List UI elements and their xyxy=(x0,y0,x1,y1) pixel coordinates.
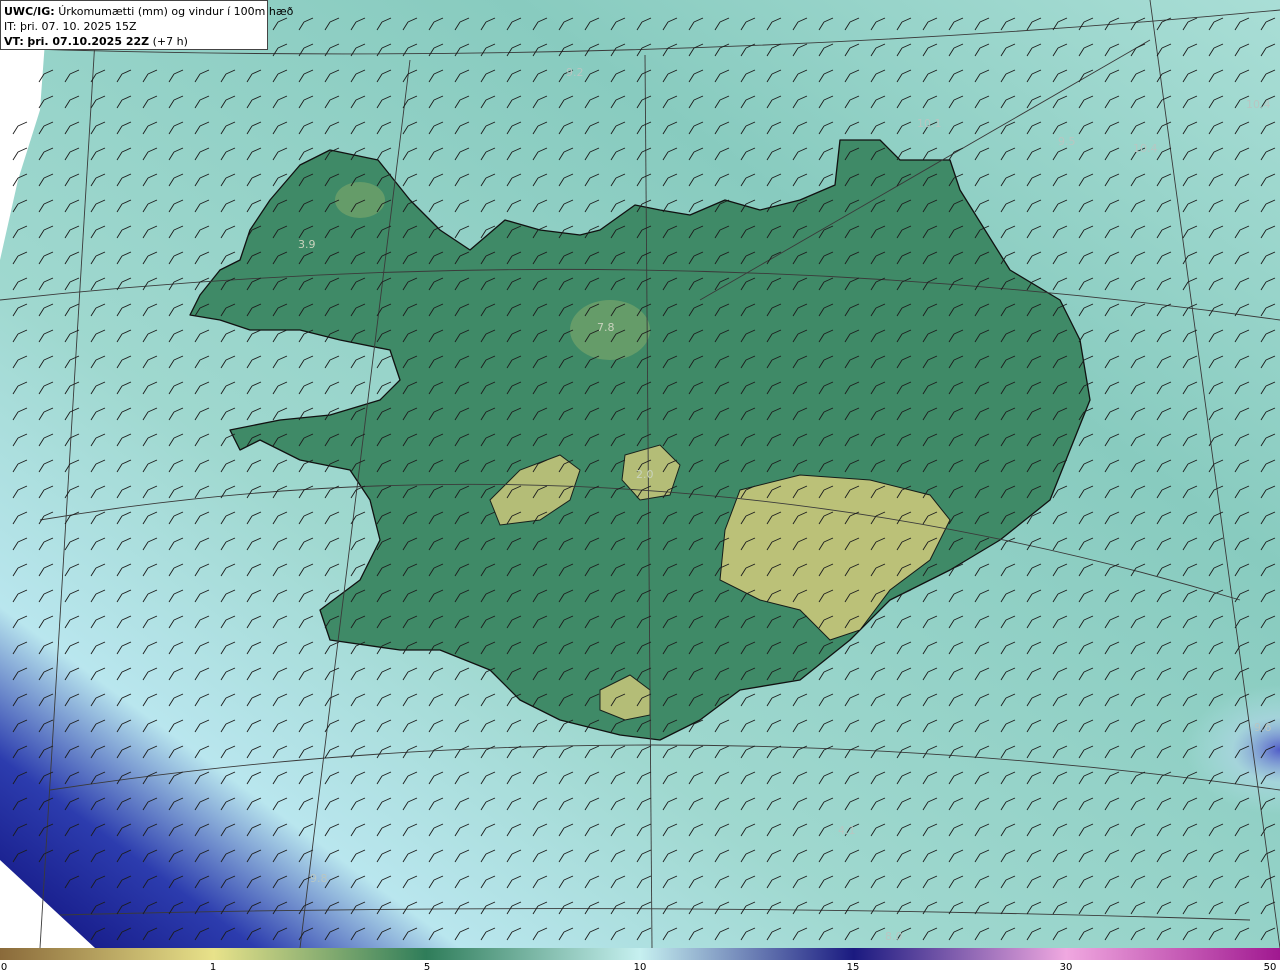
precipitation-wind-map: 9.2 10.1 9.5 10.4 10.4 3.9 7.8 2.0 9.6 9… xyxy=(0,0,1280,948)
value-label: 8.0 xyxy=(885,930,903,943)
valid-time-row: VT: þri. 07.10.2025 22Z (+7 h) xyxy=(4,34,264,49)
value-label: 2.0 xyxy=(636,468,654,481)
value-label: 10.1 xyxy=(917,117,942,130)
colorbar-tick: 50 xyxy=(1263,962,1277,973)
value-label: 7.8 xyxy=(597,321,615,334)
value-label: 10.4 xyxy=(1246,98,1271,111)
value-label: 9.5 xyxy=(1058,135,1076,148)
value-label: 9.8 xyxy=(310,872,328,885)
valid-time-label: VT: xyxy=(4,35,24,48)
value-label: 9.6 xyxy=(1254,721,1272,734)
valid-time-offset: (+7 h) xyxy=(152,35,188,48)
value-label: 10.4 xyxy=(1133,142,1158,155)
map-info-box: UWC/IG: Úrkomumætti (mm) og vindur í 100… xyxy=(0,0,293,50)
colorbar-tick: 5 xyxy=(423,962,431,973)
value-label: 4.1 xyxy=(838,824,856,837)
colorbar-tick: 10 xyxy=(633,962,647,973)
colorbar-fill xyxy=(0,948,1280,960)
colorbar-tick: 30 xyxy=(1059,962,1073,973)
value-label: 3.9 xyxy=(298,238,316,251)
value-label: 9.2 xyxy=(566,66,584,79)
init-time-value: þri. 07. 10. 2025 15Z xyxy=(19,20,137,33)
model-label: UWC/IG: xyxy=(4,5,55,18)
colorbar xyxy=(0,948,1280,960)
map-title: Úrkomumætti (mm) og vindur í 100m hæð xyxy=(58,5,294,18)
title-row: UWC/IG: Úrkomumætti (mm) og vindur í 100… xyxy=(4,4,293,19)
colorbar-tick: 1 xyxy=(209,962,217,973)
colorbar-tick: 0 xyxy=(0,962,8,973)
colorbar-tick: 15 xyxy=(846,962,860,973)
init-time-row: IT: þri. 07. 10. 2025 15Z xyxy=(4,19,264,34)
valid-time-value: þri. 07.10.2025 22Z xyxy=(27,35,150,48)
wind-barb xyxy=(12,121,28,135)
colorbar-labels: 0 1 5 10 15 30 50 xyxy=(0,962,1280,978)
init-time-label: IT: xyxy=(4,20,17,33)
